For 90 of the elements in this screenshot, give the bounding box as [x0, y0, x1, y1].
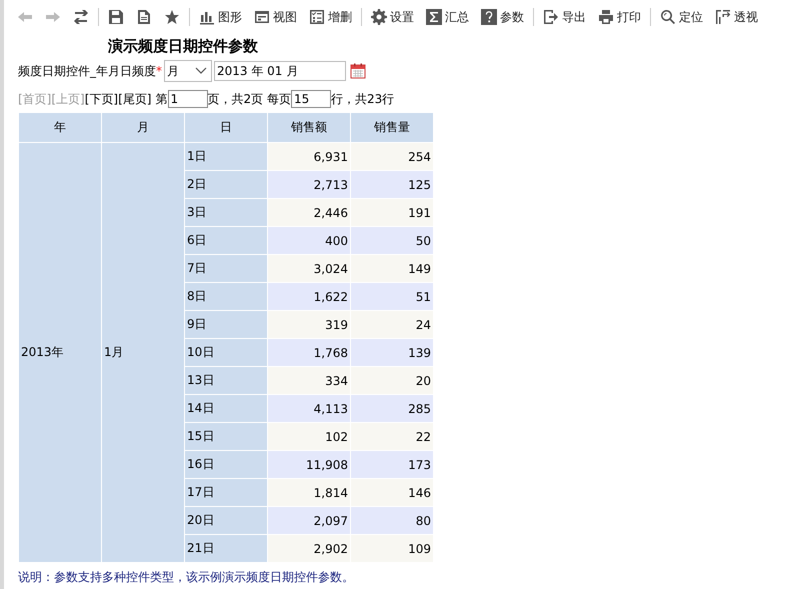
table-cell: 9日	[184, 310, 268, 338]
table-cell: 16日	[184, 450, 268, 478]
table-cell: 11,908	[268, 450, 350, 478]
table-cell: 51	[350, 282, 434, 310]
toolbar-button[interactable]: 打印	[593, 6, 646, 28]
table-cell: 400	[268, 226, 350, 254]
report-title: 演示频度日期控件参数	[108, 36, 259, 57]
help-icon	[481, 9, 497, 25]
table-cell: 1日	[184, 142, 268, 170]
table-cell: 173	[350, 450, 434, 478]
table-cell: 22	[350, 422, 434, 450]
table-cell: 80	[350, 506, 434, 534]
table-cell: 24	[350, 310, 434, 338]
toolbar-button[interactable]: 定位	[655, 6, 708, 28]
settings-icon	[371, 9, 387, 25]
table-cell: 21日	[184, 534, 268, 562]
table-cell: 1,814	[268, 478, 350, 506]
star-icon	[164, 9, 180, 25]
pager-text: 行，共23行	[330, 90, 394, 108]
export-icon	[543, 9, 559, 25]
table-cell: 20	[350, 366, 434, 394]
table-cell: 1月	[102, 142, 184, 562]
table-cell: 109	[350, 534, 434, 562]
table-cell: 6,931	[268, 142, 350, 170]
forward-arrow-icon	[45, 9, 61, 25]
date-field[interactable]: 2013 年 01 月	[214, 61, 346, 81]
table-cell: 2,713	[268, 170, 350, 198]
pager-link[interactable]: [尾页]	[118, 90, 152, 108]
table-cell: 1,768	[268, 338, 350, 366]
table-cell: 285	[350, 394, 434, 422]
toolbar-button[interactable]: 视图	[249, 6, 302, 28]
toolbar-button[interactable]: 设置	[366, 6, 419, 28]
frequency-dropdown[interactable]: 月	[164, 60, 212, 82]
sigma-icon	[426, 9, 442, 25]
column-header: 销售额	[268, 112, 350, 142]
table-cell: 6日	[184, 226, 268, 254]
table-cell: 1,622	[268, 282, 350, 310]
document-icon	[136, 9, 152, 25]
table-cell: 7日	[184, 254, 268, 282]
table-cell: 3,024	[268, 254, 350, 282]
toolbar-button[interactable]: 图形	[194, 6, 247, 28]
checklist-icon	[309, 9, 325, 25]
table-cell: 2日	[184, 170, 268, 198]
table-cell: 50	[350, 226, 434, 254]
table-cell: 2013年	[18, 142, 102, 562]
calendar-icon[interactable]	[350, 63, 366, 79]
table-cell: 254	[350, 142, 434, 170]
column-header: 销售量	[350, 112, 434, 142]
toolbar-button[interactable]: 汇总	[421, 6, 474, 28]
rows-per-page-field[interactable]: 15	[290, 90, 331, 108]
table-cell: 334	[268, 366, 350, 394]
pager-link[interactable]: [下页]	[84, 90, 118, 108]
pager-text: 页，共2页 每页	[208, 90, 291, 108]
pager-text: 第	[156, 90, 168, 108]
table-cell: 4,113	[268, 394, 350, 422]
table-cell: 2,902	[268, 534, 350, 562]
toolbar-button[interactable]: 导出	[538, 6, 591, 28]
chevron-down-icon	[195, 67, 207, 75]
table-cell: 8日	[184, 282, 268, 310]
table-cell: 2,097	[268, 506, 350, 534]
param-label: 频度日期控件_年月日频度*	[18, 62, 162, 80]
table-cell: 139	[350, 338, 434, 366]
column-header: 日	[184, 112, 268, 142]
table-cell: 125	[350, 170, 434, 198]
table-cell: 14日	[184, 394, 268, 422]
table-cell: 191	[350, 198, 434, 226]
table-cell: 2,446	[268, 198, 350, 226]
table-cell: 149	[350, 254, 434, 282]
table-cell: 146	[350, 478, 434, 506]
table-cell: 102	[268, 422, 350, 450]
table-cell: 15日	[184, 422, 268, 450]
table-cell: 10日	[184, 338, 268, 366]
toolbar-button[interactable]: 增删	[304, 6, 357, 28]
table-cell: 13日	[184, 366, 268, 394]
column-header: 月	[102, 112, 184, 142]
table-cell: 17日	[184, 478, 268, 506]
toolbar-button[interactable]: 参数	[476, 6, 529, 28]
column-header: 年	[18, 112, 102, 142]
page-field[interactable]: 1	[168, 90, 208, 108]
window-icon	[254, 9, 270, 25]
bar-chart-icon	[199, 9, 215, 25]
table-cell: 20日	[184, 506, 268, 534]
table-cell: 319	[268, 310, 350, 338]
printer-icon	[598, 9, 614, 25]
note-text: 说明：参数支持多种控件类型，该示例演示频度日期控件参数。	[18, 569, 355, 586]
search-icon	[660, 9, 676, 25]
save-icon	[108, 9, 124, 25]
back-arrow-icon	[17, 9, 33, 25]
table-cell: 3日	[184, 198, 268, 226]
toolbar-button[interactable]: 透视	[710, 6, 763, 28]
